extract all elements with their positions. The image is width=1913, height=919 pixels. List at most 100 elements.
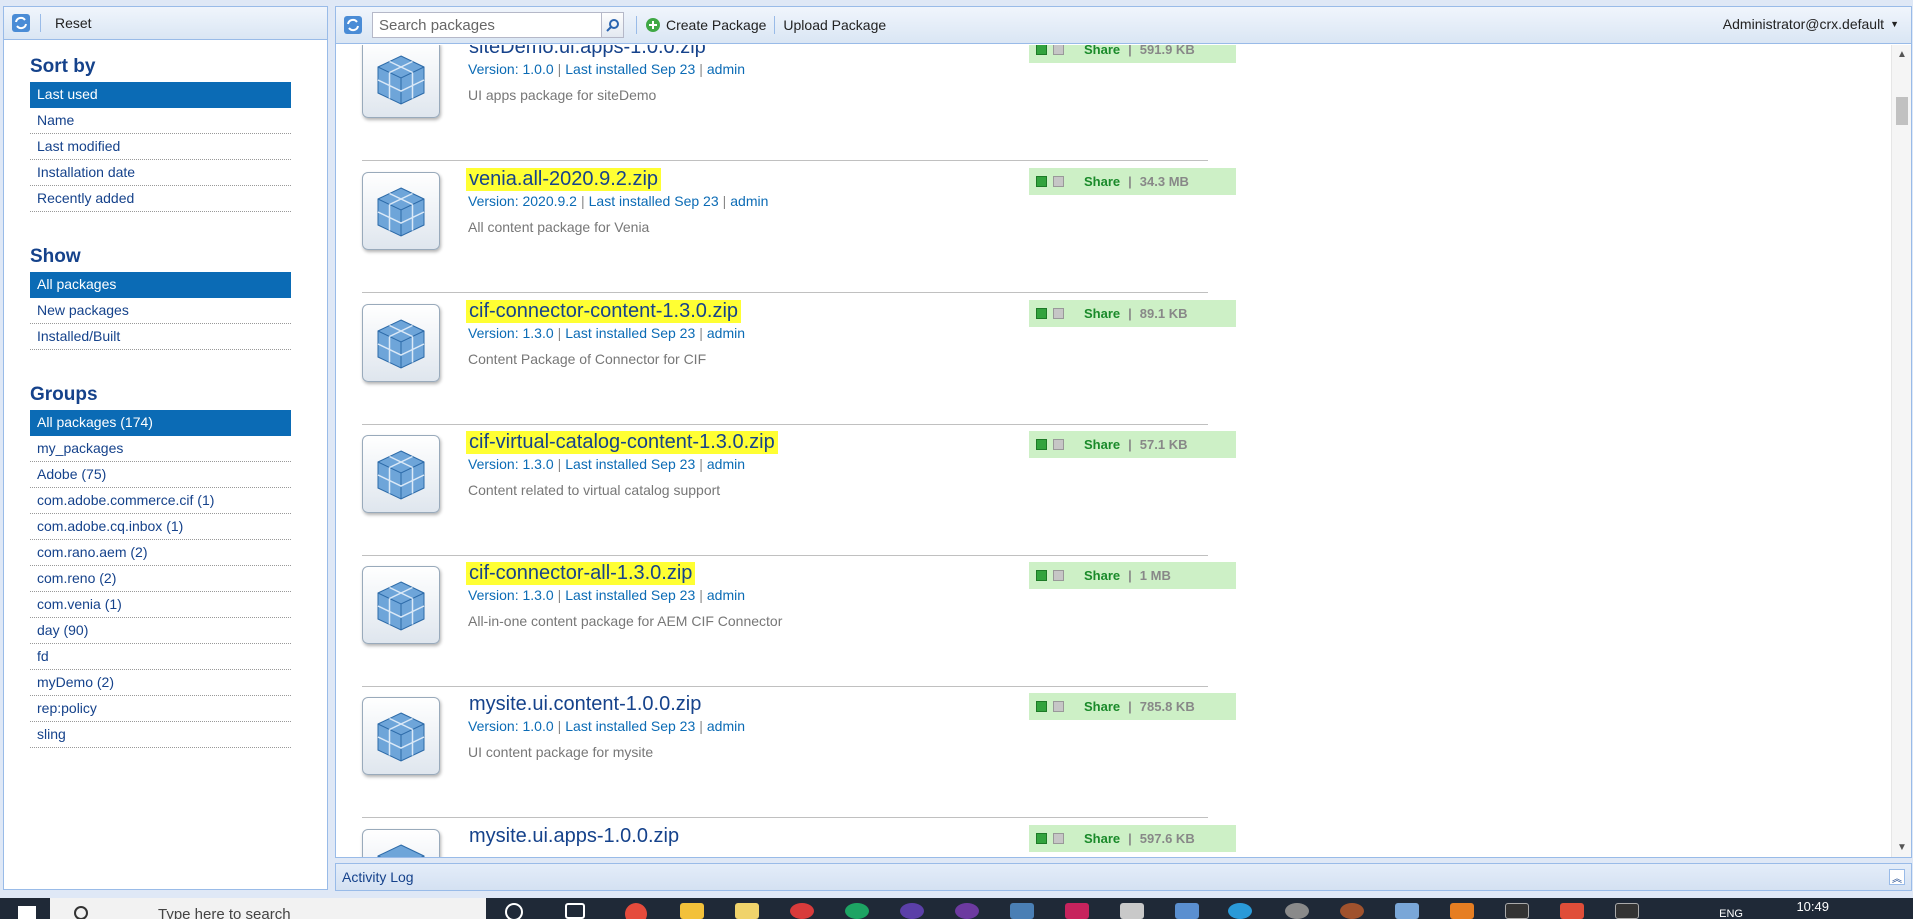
create-package-button[interactable]: Create Package (645, 17, 766, 33)
sort-item-installation-date[interactable]: Installation date (30, 160, 291, 186)
package-user-link[interactable]: admin (707, 61, 745, 77)
sort-item-last-modified[interactable]: Last modified (30, 134, 291, 160)
sort-by-title: Sort by (30, 56, 96, 77)
cortana-icon[interactable] (505, 903, 523, 919)
package-list: siteDemo.ui.apps-1.0.0.zip Version: 1.0.… (336, 45, 1891, 857)
task-view-icon[interactable] (565, 903, 585, 919)
package-icon (362, 45, 440, 118)
app-icon[interactable] (790, 903, 814, 919)
notepad-icon[interactable] (735, 903, 759, 919)
share-link[interactable]: Share (1084, 831, 1120, 846)
package-status-bar: Share | 89.1 KB (1029, 300, 1236, 327)
share-link[interactable]: Share (1084, 437, 1120, 452)
package-status-bar: Share | 34.3 MB (1029, 168, 1236, 195)
upload-package-button[interactable]: Upload Package (783, 17, 886, 33)
group-item[interactable]: com.adobe.commerce.cif (1) (30, 488, 291, 514)
package-meta: Version: 1.3.0 | Last installed Sep 23 | adm… (468, 325, 746, 341)
app-icon[interactable] (1120, 903, 1144, 919)
group-item[interactable]: rep:policy (30, 696, 291, 722)
group-item[interactable]: com.reno (2) (30, 566, 291, 592)
package-user-link[interactable]: admin (707, 325, 745, 341)
group-item[interactable]: All packages (174) (30, 410, 291, 436)
package-user-link[interactable]: admin (730, 193, 768, 209)
package-name-link[interactable]: siteDemo.ui.apps-1.0.0.zip (466, 45, 709, 59)
group-item[interactable]: day (90) (30, 618, 291, 644)
user-menu[interactable]: Administrator@crx.default ▼ (1723, 16, 1899, 32)
group-item[interactable]: myDemo (2) (30, 670, 291, 696)
taskbar-search-box[interactable]: Type here to search (50, 898, 486, 919)
activity-log-bar[interactable]: Activity Log ︽ (335, 863, 1912, 891)
group-item[interactable]: com.venia (1) (30, 592, 291, 618)
settings-icon[interactable] (1285, 903, 1309, 919)
scroll-down-icon[interactable]: ▼ (1897, 842, 1907, 853)
edge-icon[interactable] (1228, 903, 1252, 919)
group-item[interactable]: sling (30, 722, 291, 748)
windows-start-icon[interactable] (18, 906, 36, 919)
group-item[interactable]: fd (30, 644, 291, 670)
show-item-installed-built[interactable]: Installed/Built (30, 324, 291, 350)
package-row: mysite.ui.apps-1.0.0.zip Share | 597.6 KB (362, 819, 1236, 857)
package-installed: Last installed Sep 23 (565, 456, 696, 472)
package-user-link[interactable]: admin (707, 587, 745, 603)
scroll-thumb[interactable] (1896, 97, 1908, 125)
show-item-new-packages[interactable]: New packages (30, 298, 291, 324)
main-panel: Create Package Upload Package Administra… (335, 6, 1912, 858)
sort-item-last-used[interactable]: Last used (30, 82, 291, 108)
terminal-icon[interactable] (1505, 903, 1529, 919)
expand-icon[interactable]: ︽ (1889, 869, 1905, 885)
share-link[interactable]: Share (1084, 568, 1120, 583)
package-name-link[interactable]: cif-connector-all-1.3.0.zip (466, 562, 696, 585)
intellij-icon[interactable] (1065, 903, 1089, 919)
group-item[interactable]: my_packages (30, 436, 291, 462)
terminal-icon[interactable] (1615, 903, 1639, 919)
language-indicator[interactable]: ENG (1719, 908, 1743, 919)
package-size-value: 785.8 KB (1139, 699, 1195, 714)
package-icon (362, 829, 440, 857)
chrome-icon[interactable] (625, 903, 647, 919)
app-icon[interactable] (1175, 903, 1199, 919)
app-icon[interactable] (1450, 903, 1474, 919)
sort-item-recently-added[interactable]: Recently added (30, 186, 291, 212)
app-icon[interactable] (900, 903, 924, 919)
package-name-link[interactable]: cif-virtual-catalog-content-1.3.0.zip (466, 431, 778, 454)
app-icon[interactable] (1010, 903, 1034, 919)
search-icon[interactable] (602, 12, 624, 38)
package-description: Content related to virtual catalog suppo… (468, 482, 721, 498)
package-user-link[interactable]: admin (707, 718, 745, 734)
group-item[interactable]: com.rano.aem (2) (30, 540, 291, 566)
installed-status-icon (1036, 570, 1047, 581)
folder-icon[interactable] (680, 903, 704, 919)
group-item[interactable]: Adobe (75) (30, 462, 291, 488)
app-icon[interactable] (1395, 903, 1419, 919)
package-name-link[interactable]: mysite.ui.apps-1.0.0.zip (466, 825, 682, 848)
share-link[interactable]: Share (1084, 699, 1120, 714)
refresh-icon[interactable] (342, 14, 364, 36)
reset-button[interactable]: Reset (49, 13, 98, 33)
package-user-link[interactable]: admin (707, 456, 745, 472)
package-name-link[interactable]: venia.all-2020.9.2.zip (466, 168, 662, 191)
package-name-link[interactable]: cif-connector-content-1.3.0.zip (466, 300, 742, 323)
show-item-all-packages[interactable]: All packages (30, 272, 291, 298)
package-installed: Last installed Sep 23 (565, 718, 696, 734)
vertical-scrollbar[interactable]: ▲ ▼ (1891, 45, 1911, 857)
refresh-icon[interactable] (10, 12, 32, 34)
package-status-bar: Share | 597.6 KB (1029, 825, 1236, 852)
group-item[interactable]: com.adobe.cq.inbox (1) (30, 514, 291, 540)
app-icon[interactable] (955, 903, 979, 919)
app-icon[interactable] (1560, 903, 1584, 919)
share-link[interactable]: Share (1084, 306, 1120, 321)
search-input[interactable] (372, 12, 602, 38)
taskbar-search-placeholder: Type here to search (158, 906, 291, 919)
sort-item-name[interactable]: Name (30, 108, 291, 134)
share-link[interactable]: Share (1084, 45, 1120, 57)
share-link[interactable]: Share (1084, 174, 1120, 189)
package-name-link[interactable]: mysite.ui.content-1.0.0.zip (466, 693, 704, 716)
scroll-up-icon[interactable]: ▲ (1897, 49, 1907, 60)
package-version: Version: 1.3.0 (468, 325, 554, 341)
app-icon[interactable] (1340, 903, 1364, 919)
package-version: Version: 1.0.0 (468, 718, 554, 734)
app-icon[interactable] (845, 903, 869, 919)
package-size-value: 591.9 KB (1139, 45, 1195, 57)
taskbar-clock[interactable]: 10:49 (1796, 899, 1829, 914)
sidebar-toolbar: Reset (4, 7, 327, 40)
